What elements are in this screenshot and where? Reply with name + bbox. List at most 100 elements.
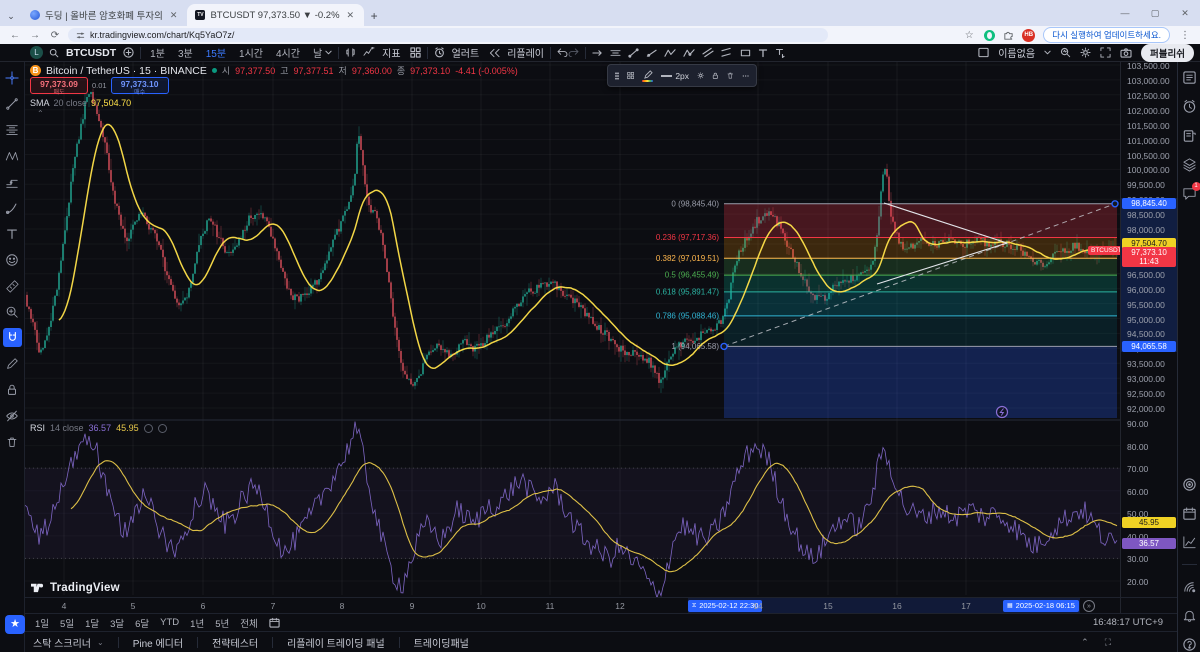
chart-style-icon[interactable]	[345, 47, 356, 58]
panel-tab-5[interactable]: 트레이딩패널	[414, 635, 469, 650]
fullscreen-icon[interactable]	[1100, 47, 1111, 58]
rectangle-tool-icon[interactable]	[740, 48, 751, 58]
bookmark-star-icon[interactable]: ☆	[962, 30, 976, 41]
interval-button-1시간[interactable]: 1시간	[236, 45, 266, 60]
lock-all-drawings-icon[interactable]	[3, 380, 22, 399]
range-button-6달[interactable]: 6달	[135, 616, 149, 630]
candlestick-chart[interactable]: 0 (98,845.40)0.236 (97,717.36)0.382 (97,…	[25, 62, 1120, 597]
cross-arrow-tool-icon[interactable]	[592, 48, 603, 58]
interval-button-15분[interactable]: 15분	[203, 45, 229, 60]
symbol-title[interactable]: Bitcoin / TetherUS · 15 · BINANCE	[46, 65, 207, 77]
remove-objects-icon[interactable]	[3, 432, 22, 451]
indicator-templates-icon[interactable]	[410, 47, 421, 58]
range-button-YTD[interactable]: YTD	[160, 617, 179, 628]
settings-gear-icon[interactable]	[1080, 47, 1091, 58]
time-axis[interactable]: ⧖2025-02-12 22:30 ▦2025-02-18 06:15 » 45…	[25, 597, 1120, 613]
drawing-mode-icon[interactable]	[3, 354, 22, 373]
profile-avatar[interactable]: HB	[1022, 29, 1035, 42]
drawing-delete-icon[interactable]	[727, 70, 734, 81]
chrome-update-button[interactable]: 다시 실행하여 업데이트하세요.	[1043, 27, 1170, 43]
long-position-icon[interactable]	[3, 172, 22, 191]
ray-tool-icon[interactable]	[646, 48, 657, 58]
interval-button-3분[interactable]: 3분	[175, 45, 196, 60]
anchored-text-tool-icon[interactable]	[775, 48, 785, 58]
interval-dropdown-icon[interactable]	[325, 49, 332, 56]
xabcd-pattern-icon[interactable]	[3, 146, 22, 165]
rsi-hide-icon[interactable]	[144, 424, 153, 433]
forward-icon[interactable]: →	[28, 30, 42, 41]
news-journal-icon[interactable]	[1182, 128, 1197, 143]
measure-ruler-icon[interactable]	[3, 276, 22, 295]
alert-button[interactable]: 얼러트	[452, 45, 480, 60]
undo-icon[interactable]	[557, 48, 568, 57]
clock[interactable]: 16:48:17 UTC+9	[1093, 617, 1167, 628]
panel-tab-4[interactable]: 리플레이 트레이딩 패널	[287, 635, 385, 650]
indicators-button[interactable]: 지표	[382, 45, 400, 60]
layout-name-button[interactable]: 이름없음	[998, 45, 1035, 60]
text-icon[interactable]	[3, 224, 22, 243]
replay-button[interactable]: 리플레이	[507, 45, 544, 60]
symbol-search-icon[interactable]	[49, 48, 59, 58]
alert-clock-icon[interactable]	[434, 47, 445, 58]
layout-select-icon[interactable]	[978, 47, 989, 58]
more-options-icon[interactable]	[742, 74, 749, 78]
broadcast-icon[interactable]	[1182, 579, 1197, 594]
crosshair-tool-icon[interactable]	[3, 68, 22, 87]
address-bar[interactable]: kr.tradingview.com/chart/Kq5YaO7z/	[68, 28, 828, 42]
drawing-lock-icon[interactable]	[712, 70, 719, 81]
watchlist-icon[interactable]	[1182, 70, 1197, 85]
panel-collapse-icon[interactable]: ⌃	[1081, 637, 1089, 648]
browser-tab-1[interactable]: 두딩 | 올바른 암호화폐 투자의 ✕	[22, 4, 187, 26]
extension-icon-green[interactable]	[984, 30, 995, 41]
hide-all-drawings-icon[interactable]	[3, 406, 22, 425]
site-settings-icon[interactable]	[76, 31, 85, 40]
panel-maximize-icon[interactable]: ⛶	[1105, 637, 1111, 648]
sma-legend[interactable]: SMA 20 close 97,504.70	[30, 98, 131, 108]
quick-search-icon[interactable]	[1060, 47, 1071, 58]
interval-button-날[interactable]: 날	[310, 45, 325, 60]
drawing-settings-icon[interactable]	[697, 70, 704, 81]
go-to-date-icon[interactable]	[269, 617, 280, 628]
buy-button[interactable]: 97,373.10매수	[111, 77, 169, 94]
range-button-3달[interactable]: 3달	[110, 616, 124, 630]
text-tool-icon[interactable]	[758, 48, 768, 58]
template-icon[interactable]	[627, 70, 634, 81]
panel-tab-2[interactable]: Pine 에디터	[133, 635, 183, 650]
account-avatar[interactable]: L	[30, 46, 43, 59]
flat-channel-tool-icon[interactable]	[721, 47, 733, 58]
zoom-in-icon[interactable]	[3, 302, 22, 321]
panel-tab-3[interactable]: 전략테스터	[212, 635, 258, 650]
screener-dropdown-icon[interactable]: ⌄	[97, 638, 104, 647]
range-button-5일[interactable]: 5일	[60, 616, 74, 630]
rsi-legend[interactable]: RSI 14 close 36.57 45.95	[30, 423, 167, 433]
range-button-전체[interactable]: 전체	[240, 616, 257, 630]
window-close-button[interactable]: ✕	[1170, 8, 1200, 19]
range-button-1달[interactable]: 1달	[85, 616, 99, 630]
hotlists-icon[interactable]	[1182, 477, 1197, 492]
browser-tab-2[interactable]: TV BTCUSDT 97,373.50 ▼ -0.2% ✕	[187, 4, 364, 26]
range-button-1년[interactable]: 1년	[190, 616, 204, 630]
camera-snapshot-icon[interactable]	[1120, 48, 1132, 58]
notifications-bell-icon[interactable]	[1182, 608, 1197, 623]
tab2-close-icon[interactable]: ✕	[345, 10, 357, 21]
extensions-puzzle-icon[interactable]	[1003, 30, 1014, 41]
horizontal-lines-tool-icon[interactable]	[610, 48, 621, 58]
price-axis[interactable]: 103,500.00103,000.00102,500.00102,000.00…	[1120, 62, 1177, 597]
replay-icon[interactable]	[489, 48, 500, 58]
scroll-to-realtime-button[interactable]: »	[1083, 600, 1095, 612]
fib-retracement-icon[interactable]	[3, 120, 22, 139]
chat-icon[interactable]: 1	[1182, 186, 1197, 201]
window-maximize-button[interactable]: ▢	[1140, 8, 1170, 19]
interval-button-1분[interactable]: 1분	[147, 45, 168, 60]
back-icon[interactable]: ←	[8, 30, 22, 41]
symbol-button[interactable]: BTCUSDT	[66, 47, 116, 59]
trend-line-icon[interactable]	[3, 94, 22, 113]
symbol-legend[interactable]: B Bitcoin / TetherUS · 15 · BINANCE 시97,…	[30, 64, 518, 77]
sell-button[interactable]: 97,373.09매도	[30, 77, 88, 94]
favorites-star-button[interactable]: ★	[5, 615, 25, 634]
line-width-button[interactable]: 2px	[661, 71, 689, 81]
parallel-channel-tool-icon[interactable]	[702, 47, 714, 58]
object-tree-layers-icon[interactable]	[1182, 157, 1197, 172]
layout-dropdown-icon[interactable]	[1044, 49, 1051, 56]
panel-tab-1[interactable]: 스탁 스크리너	[33, 635, 91, 650]
